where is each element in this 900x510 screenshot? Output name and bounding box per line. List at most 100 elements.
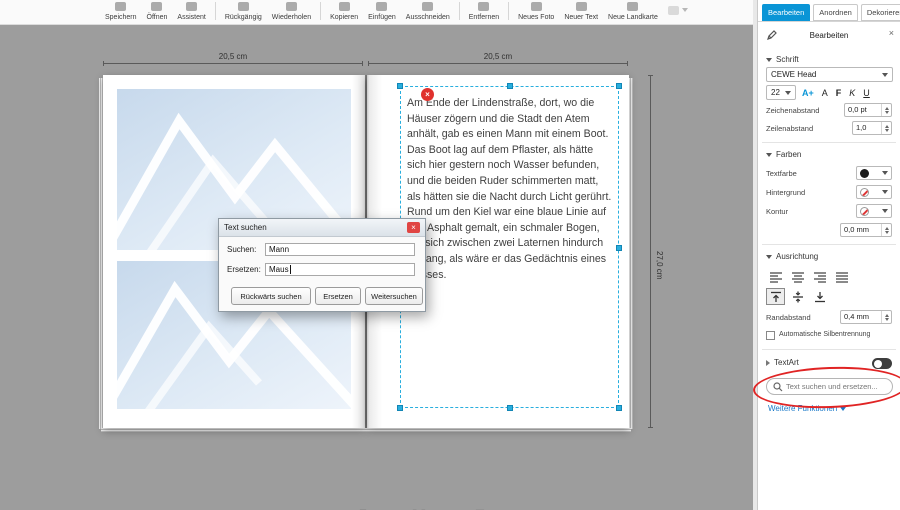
chevron-down-icon — [766, 153, 772, 157]
tab-bearbeiten[interactable]: Bearbeiten — [762, 4, 810, 21]
tab-dekorieren[interactable]: Dekorieren — [861, 4, 900, 21]
paste-icon — [376, 2, 387, 11]
resize-handle-nw[interactable] — [397, 83, 403, 89]
section-title: Farben — [776, 150, 801, 159]
divider — [762, 142, 896, 143]
toolbar-label: Entfernen — [469, 14, 499, 21]
search-icon — [773, 382, 783, 392]
dialog-title: Text suchen — [224, 223, 267, 232]
randabstand-label: Randabstand — [766, 313, 811, 322]
search-label: Suchen: — [227, 245, 256, 254]
resize-handle-e[interactable] — [616, 245, 622, 251]
toolbar-label: Einfügen — [368, 14, 396, 21]
redo-icon — [286, 2, 297, 11]
margin-stepper[interactable]: 0,4 mm — [840, 310, 892, 324]
section-textart[interactable]: TextArt — [766, 358, 799, 367]
outline-width-stepper[interactable]: 0,0 mm — [840, 223, 892, 237]
toolbar-item-neues-foto[interactable]: Neues Foto — [513, 0, 559, 21]
replace-input-value: Maus — [269, 265, 289, 274]
toolbar-item-neuer-text[interactable]: Neuer Text — [559, 0, 603, 21]
textfarbe-label: Textfarbe — [766, 169, 797, 178]
dialog-close-icon[interactable]: × — [407, 222, 420, 233]
outline-width-value: 0,0 mm — [841, 224, 881, 236]
toolbar-item-einfuegen[interactable]: Einfügen — [363, 0, 401, 21]
toolbar-item-oeffnen[interactable]: Öffnen — [142, 0, 173, 21]
panel-tabs: Bearbeiten Anordnen Dekorieren — [762, 4, 900, 21]
decrease-font-button[interactable]: A — [822, 88, 828, 98]
stepper-arrows[interactable] — [881, 104, 891, 116]
stepper-arrows[interactable] — [881, 311, 891, 323]
align-center-icon[interactable] — [788, 268, 807, 285]
section-title: Ausrichtung — [776, 252, 818, 261]
main-toolbar: Speichern Öffnen Assistent Rückgängig Wi… — [0, 0, 757, 25]
tab-anordnen[interactable]: Anordnen — [813, 4, 858, 21]
more-functions-link[interactable]: Weitere Funktionen — [768, 404, 846, 413]
delete-element-icon[interactable]: × — [421, 88, 434, 101]
increase-font-button[interactable]: A+ — [802, 88, 814, 98]
outline-color-picker[interactable] — [856, 204, 892, 218]
toolbar-item-assistent[interactable]: Assistent — [172, 0, 210, 21]
align-justify-icon[interactable] — [832, 268, 851, 285]
toolbar-item-neue-landkarte[interactable]: Neue Landkarte — [603, 0, 663, 21]
dialog-titlebar[interactable]: Text suchen × — [219, 219, 425, 237]
toolbar-item-rueckgaengig[interactable]: Rückgängig — [220, 0, 267, 21]
toolbar-item-wiederholen[interactable]: Wiederholen — [267, 0, 316, 21]
stepper-arrows[interactable] — [881, 224, 891, 236]
dialog-body: Suchen: Mann Ersetzen: Maus Rückwärts su… — [219, 237, 425, 311]
search-backwards-button[interactable]: Rückwärts suchen — [231, 287, 311, 305]
margin-value: 0,4 mm — [841, 311, 881, 323]
resize-handle-se[interactable] — [616, 405, 622, 411]
resize-handle-sw[interactable] — [397, 405, 403, 411]
delete-icon — [478, 2, 489, 11]
section-farben[interactable]: Farben — [766, 150, 801, 159]
page-height-label: 27,0 cm — [655, 251, 664, 279]
align-right-icon[interactable] — [810, 268, 829, 285]
copy-icon — [339, 2, 350, 11]
valign-bottom-icon[interactable] — [810, 288, 829, 305]
panel-search-input[interactable]: Text suchen und ersetzen... — [766, 378, 893, 395]
search-input[interactable]: Mann — [265, 243, 415, 256]
toolbar-item-kopieren[interactable]: Kopieren — [325, 0, 363, 21]
hyphenation-checkbox[interactable] — [766, 331, 775, 340]
text-color-picker[interactable] — [856, 166, 892, 180]
panel-close-icon[interactable]: × — [889, 28, 894, 38]
background-color-picker[interactable] — [856, 185, 892, 199]
search-placeholder: Text suchen und ersetzen... — [786, 382, 878, 391]
valign-top-icon[interactable] — [766, 288, 785, 305]
resize-handle-s[interactable] — [507, 405, 513, 411]
toolbar-item-entfernen[interactable]: Entfernen — [464, 0, 504, 21]
underline-button[interactable]: U — [863, 88, 870, 98]
chevron-down-icon — [882, 73, 888, 77]
toolbar-label: Assistent — [177, 14, 205, 21]
chevron-right-icon — [766, 360, 770, 366]
font-family-select[interactable]: CEWE Head — [766, 67, 893, 82]
panel-title: Bearbeiten — [758, 31, 900, 40]
zeichenabstand-value: 0,0 pt — [845, 104, 881, 116]
font-size-select[interactable]: 22 — [766, 85, 796, 100]
find-next-button[interactable]: Weitersuchen — [365, 287, 423, 305]
replace-label: Ersetzen: — [227, 265, 261, 274]
toolbar-label: Ausschneiden — [406, 14, 450, 21]
new-photo-icon — [531, 2, 542, 11]
bold-button[interactable]: F — [836, 88, 842, 98]
text-caret — [290, 265, 291, 274]
section-ausrichtung[interactable]: Ausrichtung — [766, 252, 818, 261]
text-frame[interactable]: Am Ende der Lindenstraße, dort, wo die H… — [400, 86, 619, 408]
replace-input[interactable]: Maus — [265, 263, 415, 276]
section-schrift[interactable]: Schrift — [766, 55, 799, 64]
replace-button[interactable]: Ersetzen — [315, 287, 361, 305]
zeichenabstand-stepper[interactable]: 0,0 pt — [844, 103, 892, 117]
align-left-icon[interactable] — [766, 268, 785, 285]
toolbar-item-ausschneiden[interactable]: Ausschneiden — [401, 0, 455, 21]
toolbar-separator — [215, 2, 216, 20]
resize-handle-n[interactable] — [507, 83, 513, 89]
new-map-icon — [627, 2, 638, 11]
italic-button[interactable]: K — [849, 88, 855, 98]
zeilenabstand-stepper[interactable]: 1,0 — [852, 121, 892, 135]
textart-toggle[interactable] — [872, 358, 892, 369]
stepper-arrows[interactable] — [881, 122, 891, 134]
toolbar-item-speichern[interactable]: Speichern — [100, 0, 142, 21]
valign-center-icon[interactable] — [788, 288, 807, 305]
text-frame-content[interactable]: Am Ende der Lindenstraße, dort, wo die H… — [401, 87, 618, 283]
resize-handle-ne[interactable] — [616, 83, 622, 89]
